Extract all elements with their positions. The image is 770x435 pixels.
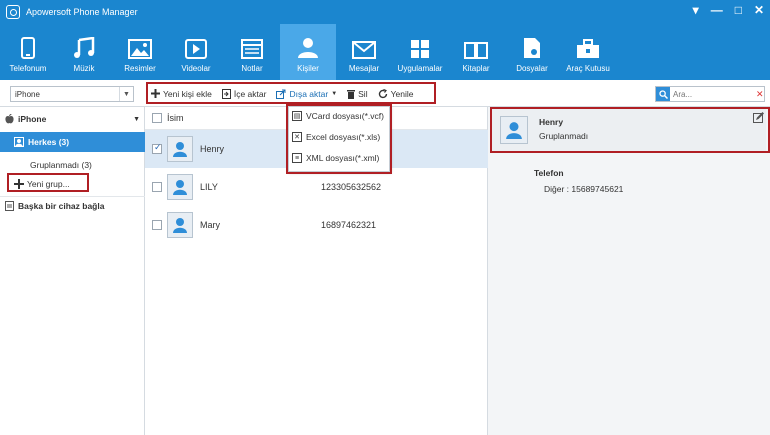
- contact-phone: 123305632562: [321, 182, 382, 192]
- highlight-box: [7, 173, 89, 192]
- nav-apps[interactable]: Uygulamalar: [392, 24, 448, 80]
- nav-files[interactable]: Dosyalar: [504, 24, 560, 80]
- avatar: [167, 212, 193, 238]
- avatar: [167, 136, 193, 162]
- close-button[interactable]: ✕: [754, 3, 764, 17]
- clear-search-icon[interactable]: ✕: [756, 89, 764, 100]
- sidebar-item-everyone[interactable]: Herkes (3): [0, 132, 145, 152]
- main-nav: Telefonum Müzik Resimler Videolar Notlar…: [0, 24, 770, 80]
- music-icon: [74, 37, 95, 58]
- nav-notes[interactable]: Notlar: [224, 24, 280, 80]
- messages-icon: [352, 41, 376, 59]
- sidebar-item-device[interactable]: iPhone ▼: [0, 110, 145, 128]
- contact-detail: Henry Gruplanmadı Telefon Diğer : 156897…: [489, 107, 770, 435]
- app-logo-icon: [6, 5, 20, 19]
- table-row[interactable]: Mary 16897462321: [145, 206, 488, 244]
- picture-icon: [128, 39, 152, 59]
- connect-icon: [5, 200, 14, 211]
- notes-icon: [241, 39, 263, 59]
- nav-messages[interactable]: Mesajlar: [336, 24, 392, 80]
- person-icon: [173, 142, 187, 157]
- nav-pictures[interactable]: Resimler: [112, 24, 168, 80]
- person-icon: [173, 180, 187, 195]
- nav-phone[interactable]: Telefonum: [0, 24, 56, 80]
- contacts-icon: [14, 137, 24, 147]
- connect-device-button[interactable]: Başka bir cihaz bağla: [0, 196, 145, 214]
- sidebar: iPhone ▼ Herkes (3) Gruplanmadı (3) Yeni…: [0, 107, 145, 435]
- search-icon[interactable]: [656, 87, 670, 101]
- minimize-button[interactable]: —: [711, 3, 723, 17]
- row-checkbox[interactable]: [152, 182, 162, 192]
- phone-entry: Diğer : 15689745621: [544, 184, 624, 194]
- files-icon: [524, 38, 540, 58]
- nav-books[interactable]: Kitaplar: [448, 24, 504, 80]
- collapse-arrow-icon[interactable]: ▼: [133, 116, 140, 123]
- maximize-button[interactable]: □: [735, 3, 742, 17]
- window-controls: ▾ — □ ✕: [693, 3, 764, 17]
- person-icon: [173, 218, 187, 233]
- app-title: Apowersoft Phone Manager: [26, 7, 138, 17]
- row-checkbox[interactable]: [152, 220, 162, 230]
- contact-name: LILY: [200, 182, 218, 192]
- highlight-box: [490, 107, 770, 153]
- search-input[interactable]: [673, 88, 753, 100]
- contacts-icon: [298, 38, 318, 58]
- avatar: [167, 174, 193, 200]
- select-all-checkbox[interactable]: [152, 113, 162, 123]
- menu-icon[interactable]: ▾: [693, 3, 699, 17]
- search-box: ✕: [655, 86, 765, 102]
- highlight-box: [286, 104, 392, 174]
- phone-icon: [21, 37, 35, 59]
- sidebar-item-ungrouped[interactable]: Gruplanmadı (3): [0, 155, 145, 175]
- books-icon: [464, 42, 488, 59]
- row-checkbox[interactable]: [152, 142, 162, 154]
- device-select[interactable]: iPhone ▼: [10, 86, 134, 102]
- nav-videos[interactable]: Videolar: [168, 24, 224, 80]
- phone-section-label: Telefon: [534, 168, 564, 178]
- apple-icon: [5, 114, 14, 124]
- apps-icon: [411, 40, 429, 58]
- toolbox-icon: [577, 39, 599, 58]
- contact-name: Henry: [200, 144, 225, 154]
- chevron-down-icon: ▼: [119, 87, 133, 101]
- video-icon: [185, 39, 207, 59]
- title-bar: Apowersoft Phone Manager ▾ — □ ✕: [0, 0, 770, 24]
- nav-music[interactable]: Müzik: [56, 24, 112, 80]
- nav-toolbox[interactable]: Araç Kutusu: [560, 24, 616, 80]
- contact-phone: 16897462321: [321, 220, 377, 230]
- highlight-box: [146, 82, 436, 104]
- contact-name: Mary: [200, 220, 220, 230]
- nav-contacts[interactable]: Kişiler: [280, 24, 336, 80]
